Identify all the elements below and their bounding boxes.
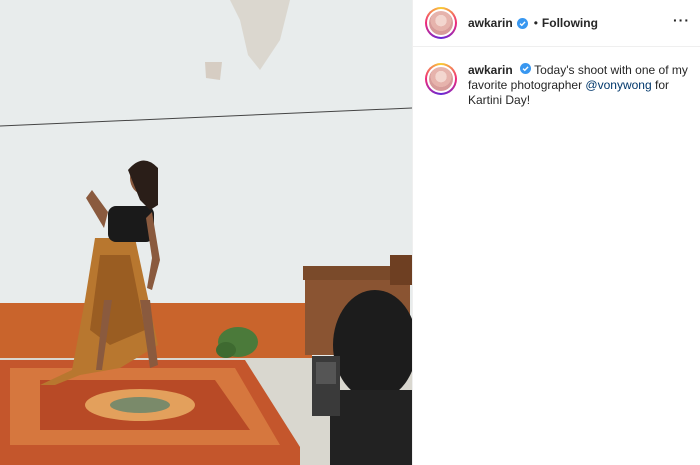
separator-dot: • <box>533 16 538 30</box>
avatar-image <box>429 11 453 35</box>
verified-badge-icon <box>516 17 528 29</box>
instagram-post: awkarin • Following ··· awkarin Today's … <box>0 0 700 465</box>
post-photo-art <box>0 0 412 465</box>
more-options-icon[interactable]: ··· <box>673 12 690 28</box>
following-button[interactable]: Following <box>542 16 598 30</box>
author-username[interactable]: awkarin <box>468 16 513 30</box>
avatar-image <box>429 67 453 91</box>
caption-text: awkarin Today's shoot with one of my fav… <box>468 63 688 108</box>
post-photo[interactable] <box>0 0 412 465</box>
author-avatar[interactable] <box>425 7 457 39</box>
verified-badge-icon <box>520 63 532 74</box>
post-side-panel: awkarin • Following ··· awkarin Today's … <box>412 0 700 465</box>
caption-avatar[interactable] <box>425 63 457 95</box>
caption-mention-link[interactable]: @vonywong <box>585 78 651 92</box>
post-caption: awkarin Today's shoot with one of my fav… <box>413 47 700 108</box>
post-header: awkarin • Following ··· <box>413 0 700 47</box>
caption-username[interactable]: awkarin <box>468 63 513 77</box>
